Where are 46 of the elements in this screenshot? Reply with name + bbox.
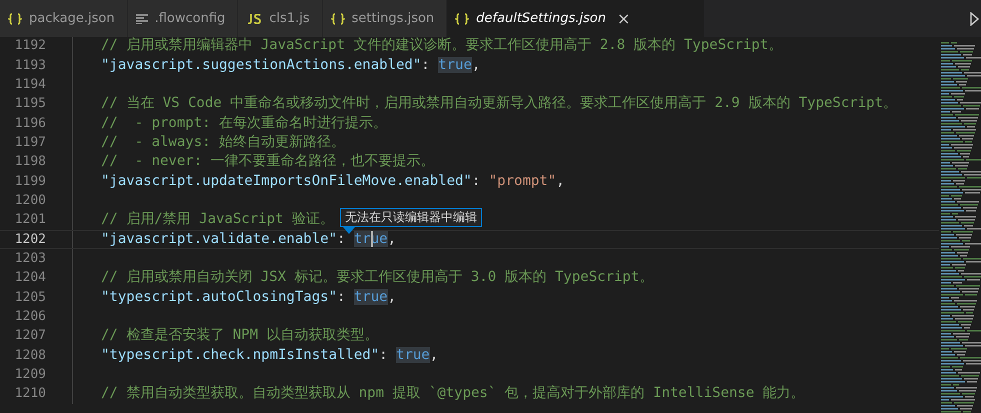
line-number: 1199 xyxy=(14,172,46,191)
line-number: 1192 xyxy=(14,37,46,56)
code-line: "typescript.autoClosingTags": true, xyxy=(101,288,396,307)
editor-tab[interactable]: cls1.js xyxy=(238,0,323,37)
line-number: 1206 xyxy=(14,308,46,326)
tooltip-pointer-icon xyxy=(343,226,355,234)
line-number: 1202 xyxy=(14,230,46,248)
code-line: // - prompt: 在每次重命名时进行提示。 xyxy=(101,114,388,133)
close-icon[interactable]: × xyxy=(616,9,630,28)
line-number: 1193 xyxy=(14,56,46,75)
line-number: 1208 xyxy=(14,346,46,365)
js-icon xyxy=(246,14,262,24)
braces-icon xyxy=(330,12,345,24)
code-line: // 当在 VS Code 中重命名或移动文件时，启用或禁用自动更新导入路径。要求工作区使用高于 2.9 版本的 TypeScript。 xyxy=(101,94,898,114)
code-line: "typescript.check.npmIsInstalled": true, xyxy=(101,346,438,365)
editor-tab[interactable]: package.json xyxy=(0,0,128,37)
line-number: 1197 xyxy=(14,134,46,152)
code-line: // - never: 一律不要重命名路径，也不要提示。 xyxy=(101,152,435,172)
code-line: "javascript.suggestionActions.enabled": true, xyxy=(101,56,480,75)
code-line: "javascript.updateImportsOnFileMove.enabled": "prompt", xyxy=(101,172,565,191)
lines-icon xyxy=(136,14,148,24)
code-line: // 禁用自动类型获取。自动类型获取从 npm 提取 `@types` 包，提高对于外部库的 IntelliSense 能力。 xyxy=(101,384,805,404)
line-number: 1195 xyxy=(14,95,46,114)
run-icon[interactable] xyxy=(970,12,979,26)
code-line: // 启用或禁用自动关闭 JSX 标记。要求工作区使用高于 3.0 版本的 TypeScript。 xyxy=(101,268,654,288)
line-number: 1205 xyxy=(14,288,46,307)
editor-tab[interactable]: defaultSettings.json × xyxy=(447,0,706,37)
braces-icon xyxy=(455,12,470,24)
line-number: 1201 xyxy=(14,211,46,230)
code-line: // 启用或禁用编辑器中 JavaScript 文件的建议诊断。要求工作区使用高于 2.8 版本的 TypeScript。 xyxy=(101,37,782,56)
braces-icon xyxy=(8,12,22,24)
line-number: 1207 xyxy=(14,327,46,346)
line-number: 1209 xyxy=(14,366,46,384)
line-number: 1200 xyxy=(14,192,46,210)
line-number: 1194 xyxy=(14,76,46,94)
line-number: 1204 xyxy=(14,269,46,288)
editor-tab[interactable]: settings.json xyxy=(322,0,448,37)
editor-tab[interactable]: .flowconfig xyxy=(128,0,238,37)
line-number: 1198 xyxy=(14,153,46,172)
code-line: // 检查是否安装了 NPM 以自动获取类型。 xyxy=(101,326,378,346)
line-number: 1203 xyxy=(14,250,46,268)
tooltip: 无法在只读编辑器中编辑 xyxy=(340,208,482,227)
code-line: // 启用/禁用 JavaScript 验证。 xyxy=(101,210,334,230)
code-line: // - always: 始终自动更新路径。 xyxy=(101,132,346,152)
line-number: 1196 xyxy=(14,114,46,133)
line-number: 1210 xyxy=(14,385,46,404)
